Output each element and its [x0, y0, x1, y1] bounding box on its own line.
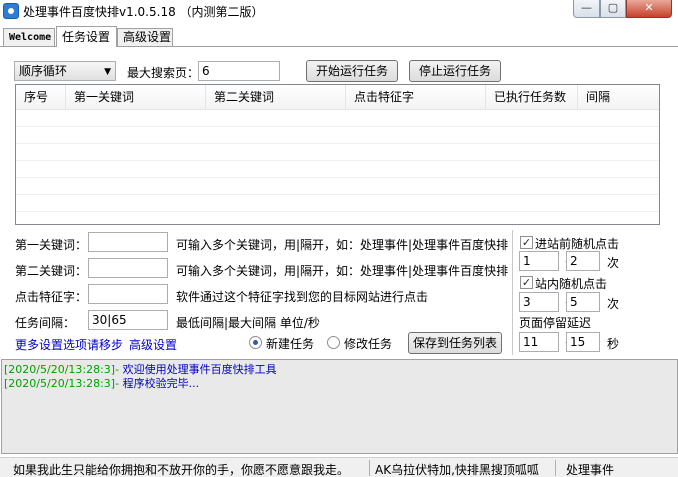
inside-click-min-input[interactable]: [519, 292, 559, 312]
column-header-feature[interactable]: 点击特征字: [346, 85, 486, 110]
column-header-index[interactable]: 序号: [16, 85, 66, 110]
keyword2-label: 第二关键词：: [15, 264, 88, 278]
loop-mode-value: 顺序循环: [19, 64, 68, 78]
table-row: [16, 161, 659, 178]
chevron-down-icon: ▼: [104, 67, 111, 77]
loop-mode-select[interactable]: 顺序循环 ▼: [14, 61, 116, 81]
table-row: [16, 195, 659, 212]
interval-input[interactable]: [88, 310, 168, 330]
keyword1-hint: 可输入多个关键词，用|隔开，如：处理事件|处理事件百度快排: [176, 238, 509, 252]
table-row: [16, 144, 659, 161]
feature-label: 点击特征字：: [15, 290, 88, 304]
feature-input[interactable]: [88, 284, 168, 304]
inside-click-max-input[interactable]: [566, 292, 600, 312]
title-bar[interactable]: 处理事件百度快排v1.0.5.18 （内测第二版） — ▢ ✕: [0, 0, 678, 22]
before-enter-max-input[interactable]: [566, 251, 600, 271]
radio-edit-task[interactable]: [327, 336, 340, 349]
task-list-table[interactable]: 序号 第一关键词 第二关键词 点击特征字 已执行任务数 间隔: [15, 84, 660, 225]
radio-new-task-label: 新建任务: [266, 337, 315, 351]
status-bar: 如果我此生只能给你拥抱和不放开你的手，你愿不愿意跟我走。 AK乌拉伏特加,快排黑…: [0, 457, 678, 477]
save-to-list-button[interactable]: 保存到任务列表: [408, 332, 502, 354]
tab-task-settings[interactable]: 任务设置: [56, 26, 117, 47]
stop-task-button[interactable]: 停止运行任务: [409, 60, 501, 82]
minimize-button[interactable]: —: [573, 0, 600, 18]
keyword2-input[interactable]: [88, 258, 168, 278]
keyword1-input[interactable]: [88, 232, 168, 252]
app-icon: [3, 3, 19, 19]
max-search-pages-label: 最大搜索页：: [127, 66, 200, 80]
log-message: 程序校验完毕...: [122, 377, 200, 390]
before-enter-checkbox[interactable]: ✓: [520, 236, 533, 249]
stay-delay-max-input[interactable]: [566, 332, 600, 352]
close-button[interactable]: ✕: [626, 0, 672, 18]
maximize-button[interactable]: ▢: [600, 0, 626, 18]
log-timestamp: [2020/5/20/13:28:3]-: [4, 377, 120, 390]
checkmark-icon: ✓: [521, 236, 532, 249]
interval-label: 任务间隔：: [15, 316, 76, 330]
radio-new-task[interactable]: [249, 336, 262, 349]
max-search-pages-input[interactable]: [198, 61, 280, 81]
radio-edit-task-label: 修改任务: [344, 337, 393, 351]
status-middle-text: AK乌拉伏特加,快排黑搜顶呱呱: [375, 463, 539, 477]
advanced-settings-link[interactable]: 高级设置: [129, 336, 177, 353]
checkmark-icon: ✓: [521, 276, 532, 289]
start-task-button[interactable]: 开始运行任务: [306, 60, 398, 82]
before-enter-min-input[interactable]: [519, 251, 559, 271]
tab-welcome[interactable]: Welcome: [3, 28, 55, 46]
before-enter-label: 进站前随机点击: [535, 237, 620, 251]
table-row: [16, 110, 659, 127]
log-line: [2020/5/20/13:28:3]- 欢迎使用处理事件百度快排工具: [4, 363, 675, 377]
column-header-keyword1[interactable]: 第一关键词: [66, 85, 206, 110]
column-header-keyword2[interactable]: 第二关键词: [206, 85, 346, 110]
feature-hint: 软件通过这个特征字找到您的目标网站进行点击: [176, 290, 429, 304]
log-message: 欢迎使用处理事件百度快排工具: [122, 363, 277, 376]
window-title: 处理事件百度快排v1.0.5.18 （内测第二版）: [23, 5, 264, 19]
status-left-text: 如果我此生只能给你拥抱和不放开你的手，你愿不愿意跟我走。: [13, 463, 350, 477]
status-separator: [369, 460, 370, 476]
keyword2-hint: 可输入多个关键词，用|隔开，如：处理事件|处理事件百度快排: [176, 264, 509, 278]
interval-hint: 最低间隔|最大间隔 单位/秒: [176, 316, 320, 330]
column-header-interval[interactable]: 间隔: [578, 85, 659, 110]
log-timestamp: [2020/5/20/13:28:3]-: [4, 363, 120, 376]
table-header: 序号 第一关键词 第二关键词 点击特征字 已执行任务数 间隔: [16, 85, 659, 110]
keyword1-label: 第一关键词：: [15, 238, 88, 252]
table-row: [16, 127, 659, 144]
seconds-unit-label: 秒: [607, 337, 620, 351]
table-row: [16, 178, 659, 195]
stay-delay-min-input[interactable]: [519, 332, 559, 352]
tab-advanced-settings[interactable]: 高级设置: [117, 28, 173, 46]
inside-click-checkbox[interactable]: ✓: [520, 276, 533, 289]
more-settings-link[interactable]: 更多设置选项请移步: [15, 336, 123, 353]
status-separator: [555, 460, 556, 476]
vertical-divider: [512, 230, 513, 355]
inside-click-label: 站内随机点击: [535, 277, 608, 291]
times-unit-label: 次: [607, 256, 620, 270]
status-right-text: 处理事件: [566, 463, 615, 477]
stay-delay-label: 页面停留延迟: [519, 316, 592, 330]
column-header-executed[interactable]: 已执行任务数: [486, 85, 578, 110]
times-unit-label: 次: [607, 297, 620, 311]
log-output[interactable]: [2020/5/20/13:28:3]- 欢迎使用处理事件百度快排工具 [202…: [1, 359, 678, 454]
log-line: [2020/5/20/13:28:3]- 程序校验完毕...: [4, 377, 675, 391]
